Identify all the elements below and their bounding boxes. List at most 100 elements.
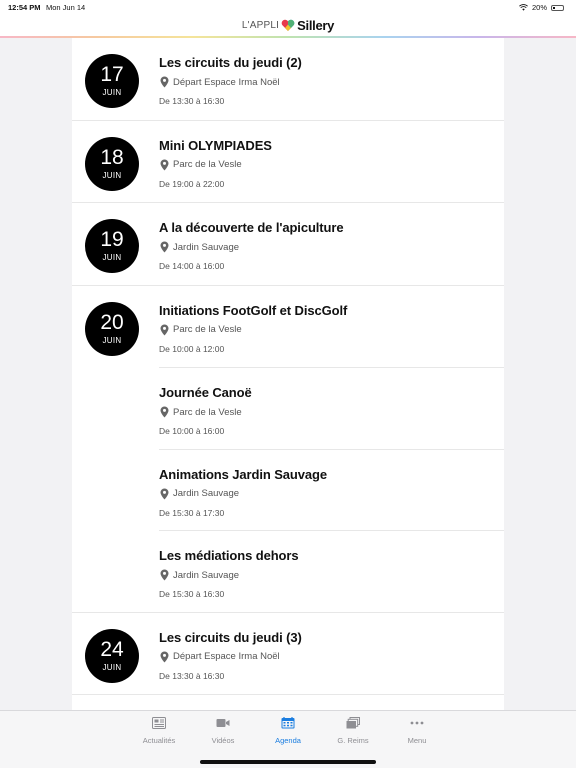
event-time: De 10:00 à 12:00	[159, 343, 225, 354]
event-location-text: Jardin Sauvage	[173, 488, 240, 499]
date-month: JUIN	[102, 662, 122, 672]
events-column: Initiations FootGolf et DiscGolf Parc de …	[159, 286, 504, 612]
event-location: Parc de la Vesle	[159, 406, 504, 418]
event-title: Les médiations dehors	[159, 548, 299, 563]
day-group: 24 JUIN Les circuits du jeudi (3) Départ Es…	[72, 613, 504, 695]
date-month: JUIN	[102, 335, 122, 345]
events-column: Les circuits du jeudi (2) Départ Espace I…	[159, 38, 504, 120]
event-location-text: Parc de la Vesle	[173, 406, 242, 418]
tab-g-reims[interactable]: G. Reims	[321, 717, 385, 745]
location-pin-icon	[160, 159, 169, 170]
day-group: 17 JUIN Les circuits du jeudi (2) Départ Es…	[72, 38, 504, 121]
event-time: De 15:30 à 17:30	[159, 507, 225, 518]
event-location: Parc de la Vesle	[159, 159, 504, 171]
event-title: Mini OLYMPIADES	[159, 137, 272, 153]
events-column: A la découverte de l'apiculture Jardin Sa…	[159, 203, 504, 285]
location-pin-icon	[160, 324, 169, 335]
event-item[interactable]: Initiations FootGolf et DiscGolf Parc de …	[159, 286, 504, 368]
date-day: 24	[100, 637, 124, 661]
wifi-icon	[519, 4, 528, 11]
day-group: 19 JUIN A la découverte de l'apiculture Jar…	[72, 203, 504, 286]
event-location: Jardin Sauvage	[159, 569, 504, 581]
tab-actualit-s[interactable]: Actualités	[127, 717, 191, 745]
events-column: Initiation Géocaching	[159, 695, 504, 710]
tab-vid-os[interactable]: Vidéos	[191, 717, 255, 745]
heart-logo-icon	[281, 19, 295, 31]
status-date: Mon Jun 14	[46, 3, 86, 12]
date-column: 20 JUIN	[72, 286, 159, 612]
home-indicator[interactable]	[200, 760, 376, 764]
event-location: Jardin Sauvage	[159, 488, 504, 500]
event-item[interactable]: Les circuits du jeudi (3) Départ Espace I…	[159, 613, 504, 695]
location-pin-icon	[160, 76, 169, 88]
event-item[interactable]: Les circuits du jeudi (2) Départ Espace I…	[159, 38, 504, 120]
event-location-text: Parc de la Vesle	[173, 159, 242, 170]
date-badge: 17 JUIN	[85, 54, 139, 108]
tab-label: Menu	[407, 736, 427, 745]
event-title: Les circuits du jeudi (3)	[159, 629, 302, 645]
event-item[interactable]: Mini OLYMPIADES Parc de la Vesle De 19:00 …	[159, 121, 504, 203]
event-title: Les circuits du jeudi (2)	[159, 55, 302, 70]
logo-prefix: L'APPLI	[241, 19, 280, 31]
location-pin-icon	[160, 488, 169, 499]
logo-name: Sillery	[297, 17, 335, 33]
tab-label: Vidéos	[211, 736, 235, 745]
tab-menu[interactable]: Menu	[385, 717, 449, 745]
day-group: 20 JUIN Initiations FootGolf et DiscGolf Pa…	[72, 286, 504, 613]
date-column: 19 JUIN	[72, 203, 159, 285]
date-column: 17 JUIN	[72, 38, 159, 120]
newspaper-icon	[152, 717, 166, 729]
calendar-icon	[281, 717, 295, 729]
status-indicators: 20%	[519, 3, 564, 12]
event-title: Initiations FootGolf et DiscGolf	[159, 302, 348, 318]
events-column: Mini OLYMPIADES Parc de la Vesle De 19:00 …	[159, 121, 504, 203]
event-item[interactable]: A la découverte de l'apiculture Jardin Sa…	[159, 203, 504, 285]
video-camera-icon	[216, 719, 230, 727]
status-time: 12:54 PM	[8, 3, 41, 12]
date-day: 17	[100, 63, 124, 86]
tab-label: Agenda	[275, 736, 301, 745]
event-item[interactable]: Animations Jardin Sauvage Jardin Sauvage D…	[159, 448, 504, 531]
battery-icon	[551, 4, 564, 11]
more-dots-icon	[410, 721, 424, 725]
event-item[interactable]: Initiation Géocaching	[159, 695, 504, 710]
event-location: Jardin Sauvage	[159, 241, 504, 253]
battery-percent: 20%	[531, 3, 547, 12]
event-time: De 13:30 à 16:30	[159, 670, 225, 681]
date-month: JUIN	[102, 253, 122, 262]
status-bar: 12:54 PM Mon Jun 14 20%	[0, 0, 576, 14]
tab-label: Actualités	[142, 736, 176, 745]
location-pin-icon	[160, 651, 169, 662]
date-day: 20	[100, 310, 124, 334]
tab-label: G. Reims	[337, 736, 369, 745]
event-location-text: Parc de la Vesle	[173, 324, 242, 335]
day-group: Initiation Géocaching	[72, 695, 504, 710]
agenda-list[interactable]: 17 JUIN Les circuits du jeudi (2) Départ Es…	[72, 38, 504, 710]
event-location-text: Départ Espace Irma Noël	[173, 76, 280, 88]
event-location: Départ Espace Irma Noël	[159, 651, 504, 663]
stack-icon	[346, 717, 360, 729]
event-item[interactable]: Journée Canoë Parc de la Vesle De 10:00 à …	[159, 367, 504, 449]
tab-agenda[interactable]: Agenda	[256, 717, 320, 745]
event-location-text: Départ Espace Irma Noël	[173, 651, 280, 662]
location-pin-icon	[160, 569, 169, 581]
date-column	[72, 695, 159, 710]
date-month: JUIN	[102, 170, 122, 180]
event-title: Animations Jardin Sauvage	[159, 466, 327, 482]
date-badge: 20 JUIN	[85, 301, 139, 356]
event-location-text: Jardin Sauvage	[173, 569, 240, 581]
date-column: 18 JUIN	[72, 121, 159, 203]
date-badge: 19 JUIN	[85, 219, 139, 273]
app-logo: L'APPLI Sillery	[242, 18, 334, 33]
event-item[interactable]: Les médiations dehors Jardin Sauvage De 15…	[159, 530, 504, 612]
date-day: 18	[100, 145, 124, 169]
location-pin-icon	[160, 406, 169, 418]
event-time: De 13:30 à 16:30	[159, 96, 225, 106]
date-badge: 18 JUIN	[85, 136, 139, 191]
event-time: De 14:00 à 16:00	[159, 261, 225, 271]
event-time: De 10:00 à 16:00	[159, 426, 225, 436]
day-group: 18 JUIN Mini OLYMPIADES Parc de la Vesle De …	[72, 121, 504, 203]
event-location-text: Jardin Sauvage	[173, 241, 240, 253]
event-time: De 15:30 à 16:30	[159, 589, 225, 599]
event-title: Journée Canoë	[159, 385, 252, 400]
